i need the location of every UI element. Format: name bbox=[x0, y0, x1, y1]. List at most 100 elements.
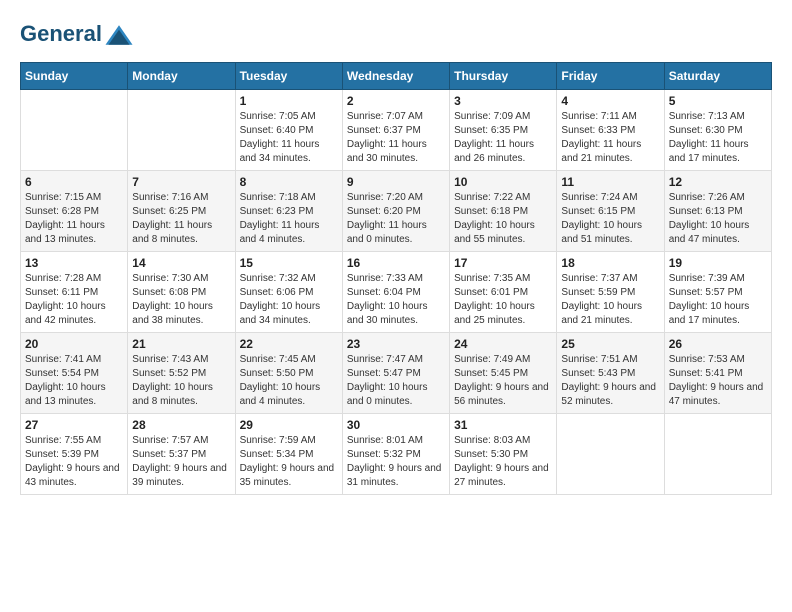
calendar-cell: 1 Sunrise: 7:05 AM Sunset: 6:40 PM Daylig… bbox=[235, 90, 342, 171]
day-number: 18 bbox=[561, 256, 659, 270]
day-info: Sunrise: 7:22 AM Sunset: 6:18 PM Dayligh… bbox=[454, 191, 552, 247]
logo-text: General bbox=[20, 20, 134, 50]
day-number: 28 bbox=[132, 418, 230, 432]
day-number: 6 bbox=[25, 175, 123, 189]
day-info: Sunrise: 7:35 AM Sunset: 6:01 PM Dayligh… bbox=[454, 272, 552, 328]
calendar-cell: 13 Sunrise: 7:28 AM Sunset: 6:11 PM Dayli… bbox=[21, 252, 128, 333]
calendar-cell: 18 Sunrise: 7:37 AM Sunset: 5:59 PM Dayli… bbox=[557, 252, 664, 333]
calendar-cell: 14 Sunrise: 7:30 AM Sunset: 6:08 PM Dayli… bbox=[128, 252, 235, 333]
day-info: Sunrise: 7:51 AM Sunset: 5:43 PM Dayligh… bbox=[561, 353, 659, 409]
day-number: 19 bbox=[669, 256, 767, 270]
calendar-cell: 22 Sunrise: 7:45 AM Sunset: 5:50 PM Dayli… bbox=[235, 333, 342, 414]
day-number: 17 bbox=[454, 256, 552, 270]
logo: General bbox=[20, 20, 134, 46]
calendar-cell bbox=[21, 90, 128, 171]
calendar-cell: 16 Sunrise: 7:33 AM Sunset: 6:04 PM Dayli… bbox=[342, 252, 449, 333]
day-info: Sunrise: 7:47 AM Sunset: 5:47 PM Dayligh… bbox=[347, 353, 445, 409]
day-info: Sunrise: 7:41 AM Sunset: 5:54 PM Dayligh… bbox=[25, 353, 123, 409]
calendar-cell: 9Sunrise: 7:20 AM Sunset: 6:20 PM Daylig… bbox=[342, 171, 449, 252]
day-info: Sunrise: 7:37 AM Sunset: 5:59 PM Dayligh… bbox=[561, 272, 659, 328]
day-number: 13 bbox=[25, 256, 123, 270]
calendar-cell bbox=[664, 414, 771, 495]
day-number: 10 bbox=[454, 175, 552, 189]
day-info: Sunrise: 7:15 AM Sunset: 6:28 PM Dayligh… bbox=[25, 191, 123, 247]
weekday-header-sunday: Sunday bbox=[21, 63, 128, 90]
day-number: 22 bbox=[240, 337, 338, 351]
calendar-cell: 31 Sunrise: 8:03 AM Sunset: 5:30 PM Dayli… bbox=[450, 414, 557, 495]
calendar-cell: 6 Sunrise: 7:15 AM Sunset: 6:28 PM Daylig… bbox=[21, 171, 128, 252]
calendar-cell: 5 Sunrise: 7:13 AM Sunset: 6:30 PM Daylig… bbox=[664, 90, 771, 171]
day-number: 4 bbox=[561, 94, 659, 108]
calendar-cell: 7 Sunrise: 7:16 AM Sunset: 6:25 PM Daylig… bbox=[128, 171, 235, 252]
weekday-header-thursday: Thursday bbox=[450, 63, 557, 90]
day-info: Sunrise: 7:53 AM Sunset: 5:41 PM Dayligh… bbox=[669, 353, 767, 409]
day-number: 14 bbox=[132, 256, 230, 270]
calendar-cell: 27 Sunrise: 7:55 AM Sunset: 5:39 PM Dayli… bbox=[21, 414, 128, 495]
day-info: Sunrise: 7:33 AM Sunset: 6:04 PM Dayligh… bbox=[347, 272, 445, 328]
day-number: 8 bbox=[240, 175, 338, 189]
calendar-cell: 11Sunrise: 7:24 AM Sunset: 6:15 PM Dayli… bbox=[557, 171, 664, 252]
calendar-cell: 24 Sunrise: 7:49 AM Sunset: 5:45 PM Dayli… bbox=[450, 333, 557, 414]
day-number: 7 bbox=[132, 175, 230, 189]
weekday-header-friday: Friday bbox=[557, 63, 664, 90]
calendar-cell bbox=[128, 90, 235, 171]
calendar-cell: 25 Sunrise: 7:51 AM Sunset: 5:43 PM Dayli… bbox=[557, 333, 664, 414]
calendar-cell: 26 Sunrise: 7:53 AM Sunset: 5:41 PM Dayli… bbox=[664, 333, 771, 414]
day-info: Sunrise: 7:28 AM Sunset: 6:11 PM Dayligh… bbox=[25, 272, 123, 328]
day-number: 30 bbox=[347, 418, 445, 432]
day-number: 3 bbox=[454, 94, 552, 108]
day-number: 21 bbox=[132, 337, 230, 351]
weekday-header-tuesday: Tuesday bbox=[235, 63, 342, 90]
calendar-cell: 20 Sunrise: 7:41 AM Sunset: 5:54 PM Dayli… bbox=[21, 333, 128, 414]
calendar-cell: 17 Sunrise: 7:35 AM Sunset: 6:01 PM Dayli… bbox=[450, 252, 557, 333]
calendar-cell: 28 Sunrise: 7:57 AM Sunset: 5:37 PM Dayli… bbox=[128, 414, 235, 495]
day-number: 20 bbox=[25, 337, 123, 351]
day-info: Sunrise: 7:39 AM Sunset: 5:57 PM Dayligh… bbox=[669, 272, 767, 328]
calendar-cell: 4Sunrise: 7:11 AM Sunset: 6:33 PM Daylig… bbox=[557, 90, 664, 171]
day-info: Sunrise: 7:13 AM Sunset: 6:30 PM Dayligh… bbox=[669, 110, 767, 166]
day-info: Sunrise: 7:07 AM Sunset: 6:37 PM Dayligh… bbox=[347, 110, 445, 166]
calendar-cell: 19 Sunrise: 7:39 AM Sunset: 5:57 PM Dayli… bbox=[664, 252, 771, 333]
day-number: 16 bbox=[347, 256, 445, 270]
day-number: 5 bbox=[669, 94, 767, 108]
calendar-cell bbox=[557, 414, 664, 495]
weekday-header-saturday: Saturday bbox=[664, 63, 771, 90]
day-info: Sunrise: 7:24 AM Sunset: 6:15 PM Dayligh… bbox=[561, 191, 659, 247]
day-number: 25 bbox=[561, 337, 659, 351]
day-number: 23 bbox=[347, 337, 445, 351]
day-info: Sunrise: 8:01 AM Sunset: 5:32 PM Dayligh… bbox=[347, 434, 445, 490]
day-info: Sunrise: 7:20 AM Sunset: 6:20 PM Dayligh… bbox=[347, 191, 445, 247]
day-number: 1 bbox=[240, 94, 338, 108]
day-info: Sunrise: 7:26 AM Sunset: 6:13 PM Dayligh… bbox=[669, 191, 767, 247]
day-info: Sunrise: 7:45 AM Sunset: 5:50 PM Dayligh… bbox=[240, 353, 338, 409]
day-number: 12 bbox=[669, 175, 767, 189]
day-info: Sunrise: 7:55 AM Sunset: 5:39 PM Dayligh… bbox=[25, 434, 123, 490]
day-number: 29 bbox=[240, 418, 338, 432]
day-info: Sunrise: 7:43 AM Sunset: 5:52 PM Dayligh… bbox=[132, 353, 230, 409]
day-info: Sunrise: 7:09 AM Sunset: 6:35 PM Dayligh… bbox=[454, 110, 552, 166]
day-number: 31 bbox=[454, 418, 552, 432]
day-info: Sunrise: 7:18 AM Sunset: 6:23 PM Dayligh… bbox=[240, 191, 338, 247]
day-info: Sunrise: 7:59 AM Sunset: 5:34 PM Dayligh… bbox=[240, 434, 338, 490]
calendar-cell: 8 Sunrise: 7:18 AM Sunset: 6:23 PM Daylig… bbox=[235, 171, 342, 252]
day-info: Sunrise: 7:49 AM Sunset: 5:45 PM Dayligh… bbox=[454, 353, 552, 409]
weekday-header-wednesday: Wednesday bbox=[342, 63, 449, 90]
day-number: 24 bbox=[454, 337, 552, 351]
calendar-cell: 30 Sunrise: 8:01 AM Sunset: 5:32 PM Dayli… bbox=[342, 414, 449, 495]
calendar-cell: 29 Sunrise: 7:59 AM Sunset: 5:34 PM Dayli… bbox=[235, 414, 342, 495]
day-info: Sunrise: 8:03 AM Sunset: 5:30 PM Dayligh… bbox=[454, 434, 552, 490]
calendar-cell: 15Sunrise: 7:32 AM Sunset: 6:06 PM Dayli… bbox=[235, 252, 342, 333]
day-info: Sunrise: 7:05 AM Sunset: 6:40 PM Dayligh… bbox=[240, 110, 338, 166]
day-info: Sunrise: 7:16 AM Sunset: 6:25 PM Dayligh… bbox=[132, 191, 230, 247]
weekday-header-monday: Monday bbox=[128, 63, 235, 90]
day-info: Sunrise: 7:30 AM Sunset: 6:08 PM Dayligh… bbox=[132, 272, 230, 328]
day-info: Sunrise: 7:57 AM Sunset: 5:37 PM Dayligh… bbox=[132, 434, 230, 490]
calendar-cell: 12 Sunrise: 7:26 AM Sunset: 6:13 PM Dayli… bbox=[664, 171, 771, 252]
calendar-cell: 23 Sunrise: 7:47 AM Sunset: 5:47 PM Dayli… bbox=[342, 333, 449, 414]
calendar-cell: 21 Sunrise: 7:43 AM Sunset: 5:52 PM Dayli… bbox=[128, 333, 235, 414]
calendar-cell: 10 Sunrise: 7:22 AM Sunset: 6:18 PM Dayli… bbox=[450, 171, 557, 252]
calendar-table: SundayMondayTuesdayWednesdayThursdayFrid… bbox=[20, 62, 772, 495]
day-number: 27 bbox=[25, 418, 123, 432]
day-number: 2 bbox=[347, 94, 445, 108]
day-number: 26 bbox=[669, 337, 767, 351]
